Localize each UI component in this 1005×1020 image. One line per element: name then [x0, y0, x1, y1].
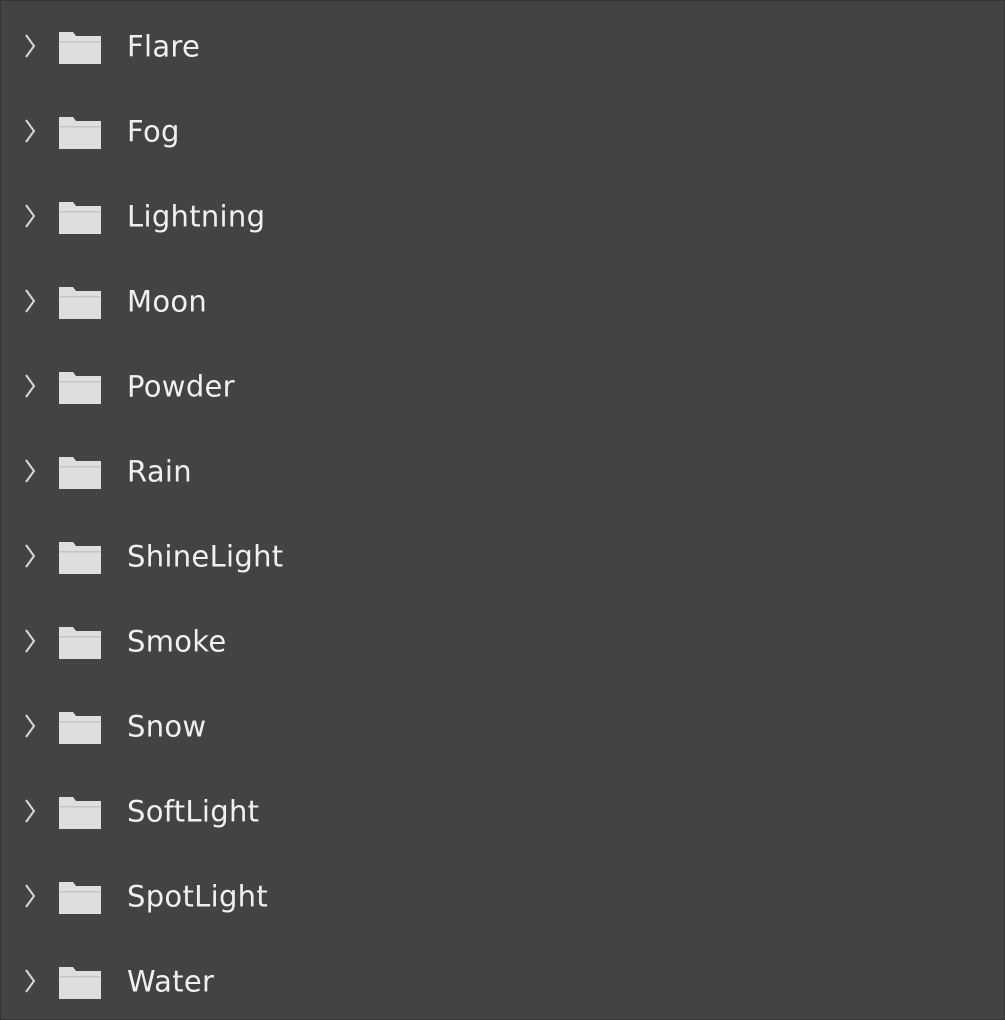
folder-icon: [58, 794, 102, 830]
tree-item-spotlight[interactable]: SpotLight: [1, 855, 1004, 940]
chevron-right-icon[interactable]: [21, 371, 39, 401]
folder-icon: [58, 964, 102, 1000]
folder-icon: [58, 369, 102, 405]
folder-icon: [58, 879, 102, 915]
tree-item-label: Powder: [127, 368, 235, 403]
tree-item-label: Rain: [127, 453, 192, 488]
folder-icon: [58, 709, 102, 745]
folder-tree-panel: Flare Fog Lightning Moon Powder Rain Shi…: [0, 0, 1005, 1020]
chevron-right-icon[interactable]: [21, 881, 39, 911]
tree-item-moon[interactable]: Moon: [1, 260, 1004, 345]
tree-item-water[interactable]: Water: [1, 940, 1004, 1020]
chevron-right-icon[interactable]: [21, 116, 39, 146]
tree-item-shinelight[interactable]: ShineLight: [1, 515, 1004, 600]
tree-item-label: Lightning: [127, 198, 266, 233]
chevron-right-icon[interactable]: [21, 201, 39, 231]
chevron-right-icon[interactable]: [21, 626, 39, 656]
tree-item-label: SoftLight: [127, 793, 260, 828]
tree-item-softlight[interactable]: SoftLight: [1, 770, 1004, 855]
tree-item-label: Fog: [127, 113, 180, 148]
tree-item-label: SpotLight: [127, 878, 269, 913]
folder-icon: [58, 454, 102, 490]
tree-item-flare[interactable]: Flare: [1, 5, 1004, 90]
folder-icon: [58, 199, 102, 235]
chevron-right-icon[interactable]: [21, 541, 39, 571]
tree-item-lightning[interactable]: Lightning: [1, 175, 1004, 260]
folder-icon: [58, 29, 102, 65]
folder-icon: [58, 539, 102, 575]
tree-item-label: Water: [127, 963, 215, 998]
tree-item-label: ShineLight: [127, 538, 284, 573]
tree-item-label: Flare: [127, 28, 201, 63]
folder-icon: [58, 114, 102, 150]
chevron-right-icon[interactable]: [21, 456, 39, 486]
tree-item-rain[interactable]: Rain: [1, 430, 1004, 515]
folder-icon: [58, 284, 102, 320]
chevron-right-icon[interactable]: [21, 966, 39, 996]
folder-icon: [58, 624, 102, 660]
tree-item-label: Moon: [127, 283, 208, 318]
tree-item-smoke[interactable]: Smoke: [1, 600, 1004, 685]
chevron-right-icon[interactable]: [21, 711, 39, 741]
folder-tree: Flare Fog Lightning Moon Powder Rain Shi…: [1, 1, 1004, 1020]
tree-item-label: Snow: [127, 708, 207, 743]
chevron-right-icon[interactable]: [21, 286, 39, 316]
chevron-right-icon[interactable]: [21, 31, 39, 61]
tree-item-snow[interactable]: Snow: [1, 685, 1004, 770]
tree-item-fog[interactable]: Fog: [1, 90, 1004, 175]
tree-item-label: Smoke: [127, 623, 227, 658]
tree-item-powder[interactable]: Powder: [1, 345, 1004, 430]
chevron-right-icon[interactable]: [21, 796, 39, 826]
